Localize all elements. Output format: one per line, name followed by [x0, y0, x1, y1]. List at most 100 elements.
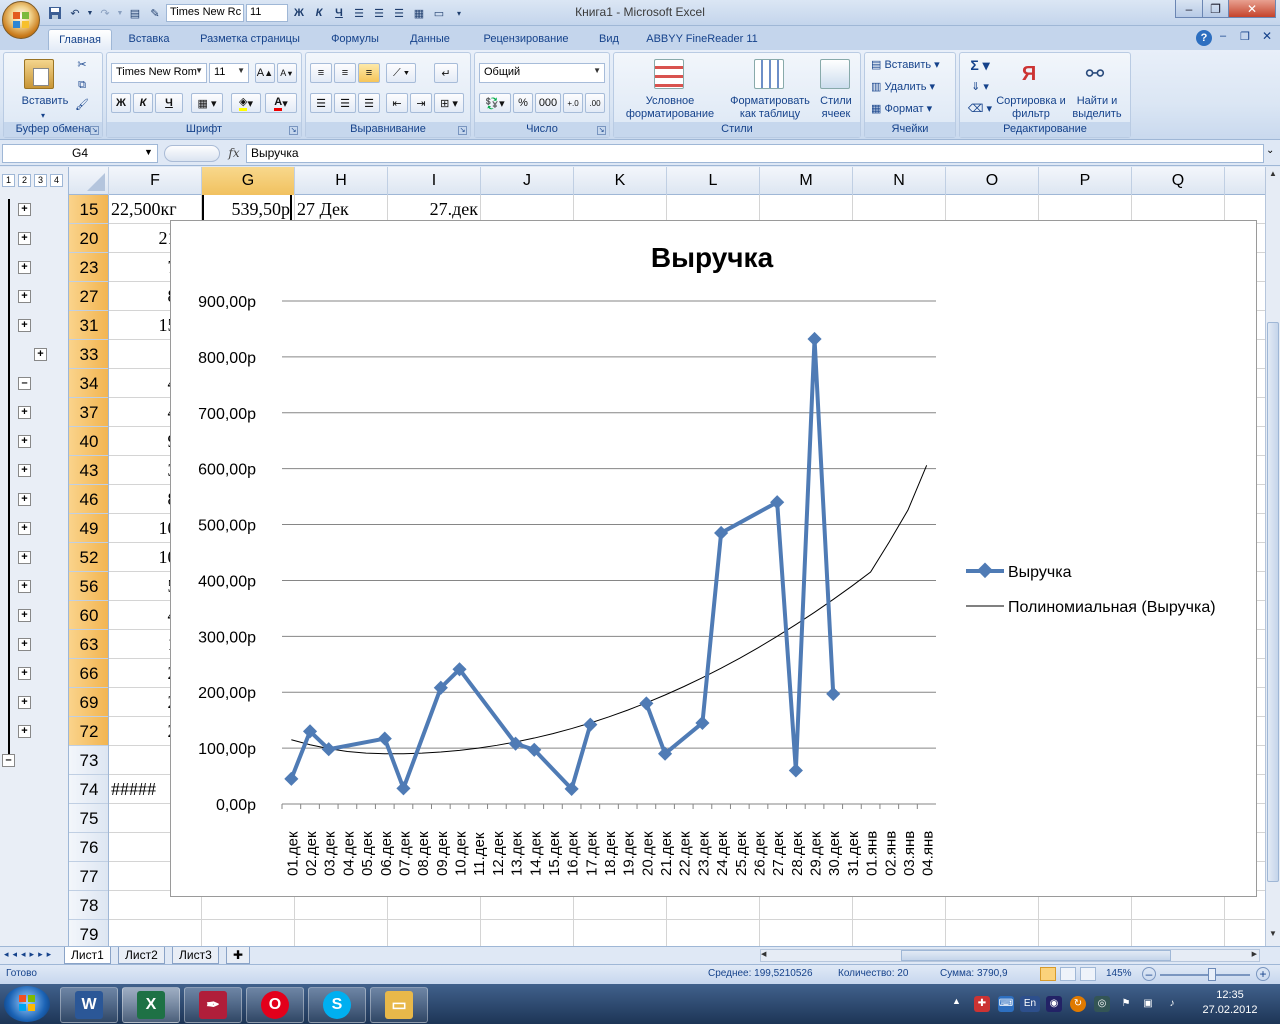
sheet-tab-1[interactable]: Лист1	[64, 947, 111, 964]
align-right-button[interactable]: ☰	[358, 93, 380, 113]
align-bottom-button[interactable]: ≡	[358, 63, 380, 83]
outline-expand-icon[interactable]: +	[18, 696, 31, 709]
taskbar-skype[interactable]: S	[308, 987, 366, 1023]
zoom-slider-track[interactable]	[1160, 974, 1250, 976]
column-header-q[interactable]: Q	[1132, 167, 1225, 195]
cell-styles-button[interactable]: Стили ячеек	[812, 95, 860, 121]
undo-icon[interactable]: ↶	[66, 4, 84, 22]
normal-view-icon[interactable]	[1040, 967, 1056, 981]
column-header-g[interactable]: G	[202, 167, 295, 195]
outline-expand-icon[interactable]: +	[18, 725, 31, 738]
print-preview-icon[interactable]: ▤	[126, 4, 144, 22]
currency-format-button[interactable]: 💱▾	[479, 93, 511, 113]
borders-icon[interactable]: ▦	[410, 4, 428, 22]
tab-page-layout[interactable]: Разметка страницы	[190, 29, 310, 50]
outline-collapse-icon[interactable]: –	[18, 377, 31, 390]
grow-font-button[interactable]: A ▲	[255, 63, 275, 83]
row-header[interactable]: 74	[69, 775, 108, 804]
outline-expand-icon[interactable]: +	[34, 348, 47, 361]
fill-color-button[interactable]: ◈ ▾	[231, 93, 261, 113]
outline-level-2[interactable]: 2	[18, 174, 31, 187]
outline-expand-icon[interactable]: +	[18, 203, 31, 216]
insert-sheet-icon[interactable]: ✚	[226, 947, 250, 964]
scroll-left-icon[interactable]: ◀	[761, 950, 771, 958]
tray-monitor-icon[interactable]: ▣	[1140, 996, 1156, 1012]
outline-expand-icon[interactable]: +	[18, 261, 31, 274]
row-header[interactable]: 40	[69, 427, 108, 456]
wrap-text-button[interactable]: ↵	[434, 63, 458, 83]
row-header[interactable]: 46	[69, 485, 108, 514]
row-header[interactable]: 79	[69, 920, 108, 947]
merge-center-button[interactable]: ⊞ ▾	[434, 93, 464, 113]
redo-icon[interactable]: ↷	[96, 4, 114, 22]
data-point[interactable]	[583, 717, 598, 732]
clock[interactable]: 12:35 27.02.2012	[1190, 988, 1270, 1018]
increase-decimal-button[interactable]: +.0	[563, 93, 583, 113]
vertical-scrollbar[interactable]: ▲ ▼	[1265, 167, 1280, 947]
qat-font-select[interactable]: Times New Rc	[166, 4, 244, 22]
outline-expand-icon[interactable]: +	[18, 232, 31, 245]
maximize-button[interactable]: ❐	[1202, 0, 1229, 18]
clear-icon[interactable]: ⌫ ▾	[966, 103, 994, 116]
save-icon[interactable]	[46, 4, 64, 22]
number-format-select[interactable]: Общий ▼	[479, 63, 605, 83]
underline-icon[interactable]: Ч	[330, 4, 348, 22]
row-header[interactable]: 66	[69, 659, 108, 688]
cut-icon[interactable]: ✂	[74, 59, 90, 72]
font-launcher-icon[interactable]: ↘	[289, 126, 298, 135]
ribbon-restore-icon[interactable]: ❐	[1240, 30, 1250, 43]
row-header[interactable]: 33	[69, 340, 108, 369]
row-header[interactable]: 78	[69, 891, 108, 920]
clipboard-launcher-icon[interactable]: ↘	[90, 126, 99, 135]
font-size-select[interactable]: 11 ▼	[209, 63, 249, 83]
insert-cells-button[interactable]: ▤ Вставить ▾	[871, 59, 955, 72]
row-header[interactable]: 37	[69, 398, 108, 427]
row-header[interactable]: 52	[69, 543, 108, 572]
decrease-indent-button[interactable]: ⇤	[386, 93, 408, 113]
column-header-h[interactable]: H	[295, 167, 388, 195]
orientation-button[interactable]: ⟋ ▾	[386, 63, 416, 83]
paste-dropdown-icon[interactable]: ▾	[38, 109, 48, 122]
number-launcher-icon[interactable]: ↘	[597, 126, 606, 135]
merge-icon[interactable]: ▭	[430, 4, 448, 22]
tray-expand-icon[interactable]: ▲	[952, 996, 961, 1006]
align-center-button[interactable]: ☰	[334, 93, 356, 113]
data-point[interactable]	[788, 763, 803, 778]
delete-cells-button[interactable]: ▥ Удалить ▾	[871, 81, 955, 94]
outline-level-4[interactable]: 4	[50, 174, 63, 187]
alignment-launcher-icon[interactable]: ↘	[458, 126, 467, 135]
outline-expand-icon[interactable]: +	[18, 667, 31, 680]
name-box-dropdown-icon[interactable]: ▼	[144, 147, 153, 157]
row-header[interactable]: 49	[69, 514, 108, 543]
align-center-icon[interactable]: ☰	[370, 4, 388, 22]
tab-review[interactable]: Рецензирование	[474, 29, 578, 50]
qat-size-select[interactable]: 11	[246, 4, 288, 22]
chart-area[interactable]: Выручка 0,00р 100,00р 200,00р 300,00р 400,00…	[170, 220, 1257, 897]
outline-expand-icon[interactable]: +	[18, 551, 31, 564]
redo-dropdown-icon[interactable]: ▼	[116, 4, 124, 22]
scroll-down-icon[interactable]: ▼	[1267, 929, 1279, 943]
ribbon-minimize-icon[interactable]: –	[1220, 30, 1226, 42]
tab-home[interactable]: Главная	[48, 29, 112, 50]
zoom-out-icon[interactable]: –	[1142, 967, 1156, 981]
row-header[interactable]: 20	[69, 224, 108, 253]
outline-expand-icon[interactable]: +	[18, 580, 31, 593]
align-top-button[interactable]: ≡	[310, 63, 332, 83]
tray-volume-icon[interactable]: ♪	[1164, 996, 1180, 1012]
name-box[interactable]: G4	[2, 144, 158, 163]
taskbar-opera[interactable]: O	[246, 987, 304, 1023]
tray-app-icon[interactable]: ✚	[974, 996, 990, 1012]
row-header[interactable]: 43	[69, 456, 108, 485]
row-header[interactable]: 31	[69, 311, 108, 340]
help-icon[interactable]: ?	[1196, 30, 1212, 46]
taskbar-word[interactable]: W	[60, 987, 118, 1023]
cell-f[interactable]	[111, 920, 199, 947]
outline-expand-icon[interactable]: +	[18, 638, 31, 651]
italic-button[interactable]: К	[133, 93, 153, 113]
sheet-tab-3[interactable]: Лист3	[172, 947, 219, 964]
borders-button[interactable]: ▦ ▾	[191, 93, 223, 113]
row-header[interactable]: 72	[69, 717, 108, 746]
row-header[interactable]: 76	[69, 833, 108, 862]
outline-expand-icon[interactable]: +	[18, 319, 31, 332]
outline-expand-icon[interactable]: +	[18, 406, 31, 419]
